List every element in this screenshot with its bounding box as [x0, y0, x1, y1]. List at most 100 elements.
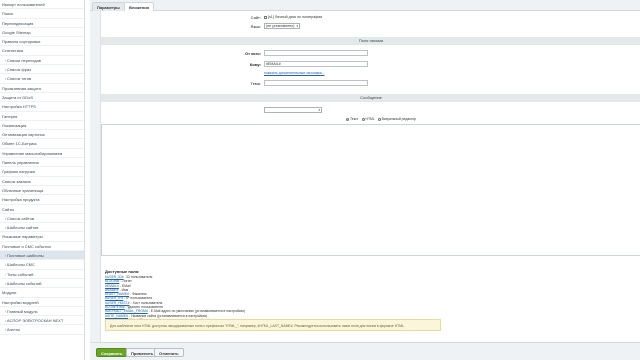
sidebar-item[interactable]: Оптимизация картинок	[0, 130, 84, 140]
sidebar-item[interactable]: Обмен 1С-Битрикс	[0, 139, 84, 149]
tab-parameters[interactable]: Параметры	[92, 2, 125, 11]
to-field[interactable]: #EMAIL#	[264, 61, 368, 67]
site-checkbox[interactable]	[264, 15, 267, 19]
tab-bar: Параметры Вложения	[90, 0, 640, 11]
sidebar-item[interactable]: ›Агенты	[0, 325, 84, 335]
theme-select[interactable]: ▾	[264, 107, 322, 113]
radio-text[interactable]: Текст	[346, 117, 359, 121]
radio-visual-label: Визуальный редактор	[381, 117, 417, 121]
sidebar-item-label: Списки переходов	[7, 57, 41, 63]
sidebar-item[interactable]: Сайты	[0, 205, 84, 214]
sidebar-item-label: Правила сортировки	[2, 39, 41, 45]
lang-select-value: (не установлено)	[266, 24, 295, 28]
sidebar-item-label: Настройки модулей	[2, 299, 39, 305]
section-message: Сообщение	[101, 94, 640, 102]
sidebar-item[interactable]: ›Списки переходов	[0, 56, 84, 66]
available-field-code[interactable]: #USER_IP#	[105, 296, 123, 300]
save-button[interactable]: Сохранить	[96, 348, 128, 357]
sidebar-item[interactable]: ›Шаблоны СМС	[0, 260, 84, 270]
sidebar-item-label: Обмен 1С-Битрикс	[2, 141, 37, 147]
radio-html[interactable]: HTML	[361, 117, 375, 121]
subject-field[interactable]	[264, 80, 368, 86]
sidebar-item[interactable]: Поиск	[0, 9, 84, 19]
sidebar-item[interactable]: Настройки модулей	[0, 298, 84, 307]
sidebar-item-label: Локализация	[2, 122, 27, 128]
available-fields-title: Доступные поля:	[105, 269, 140, 274]
sidebar-item-label: Google Sitemap	[2, 29, 31, 35]
chevron-down-icon: ▾	[296, 24, 298, 28]
site-label: Сайт:	[250, 15, 261, 20]
sidebar-item[interactable]: ›Почтовые шаблоны	[0, 251, 84, 261]
lang-select[interactable]: (не установлено) ▾	[264, 23, 300, 29]
sidebar-item[interactable]: ›Список фраз	[0, 65, 84, 75]
available-field-code[interactable]: #LOGIN#	[105, 279, 119, 283]
sidebar-item[interactable]: Настройка продукта	[0, 195, 84, 205]
sidebar-item[interactable]: Модули	[0, 288, 84, 298]
sidebar-item[interactable]: ›Шаблоны сайтов	[0, 223, 84, 233]
cancel-button[interactable]: Отменить	[154, 348, 184, 357]
extra-headers-link[interactable]: показать дополнительные заголовки...	[264, 71, 325, 75]
sidebar-item[interactable]: Галерея	[0, 112, 84, 121]
from-label: От кого:	[245, 51, 261, 56]
sidebar-item-label: Графики нагрузки	[2, 169, 35, 175]
sidebar-item-label: Почтовые шаблоны	[7, 253, 44, 259]
sidebar-item[interactable]: ›Список тегов	[0, 74, 84, 84]
sidebar-item-label: Шаблоны СМС	[7, 262, 35, 268]
tab-attachments[interactable]: Вложения	[124, 2, 154, 11]
available-field-code[interactable]: #EMAIL#	[105, 284, 119, 288]
sidebar-item[interactable]: Импорт пользователей	[0, 0, 84, 10]
site-checkbox-row[interactable]: [s1] Личный диск по полиграфии	[264, 15, 322, 19]
sidebar-item[interactable]: ›Шаблоны событий	[0, 279, 84, 289]
message-editor[interactable]	[101, 124, 640, 256]
sidebar-item[interactable]: Языковые параметры	[0, 232, 84, 242]
editor-mode-radios: Текст HTML Визуальный редактор	[346, 117, 416, 123]
sidebar-item[interactable]: Управление масштабированием	[0, 149, 84, 159]
sidebar-item[interactable]: Настройка HTTPS	[0, 102, 84, 112]
sidebar-item[interactable]: Проактивная защита	[0, 84, 84, 93]
sidebar-item-label: Почтовые и СМС события	[2, 243, 51, 249]
sidebar-item-label: Защита от DDoS	[2, 94, 34, 100]
sidebar-item-label: Список фраз	[7, 67, 31, 73]
chevron-down-icon: ▾	[318, 108, 320, 112]
main-content: Параметры Вложения Сайт: [s1] Личный дис…	[90, 0, 640, 360]
sidebar: Импорт пользователей Поиск Переиндексация G…	[0, 0, 85, 360]
sidebar-item[interactable]: Google Sitemap	[0, 28, 84, 38]
sidebar-item-label: Облачные хранилища	[2, 187, 44, 193]
available-fields-list: #USER_ID#- ID пользователя #LOGIN#- Логин…	[105, 275, 405, 322]
sidebar-item-label: Поиск	[2, 11, 14, 17]
sidebar-item[interactable]: Почтовые и СМС события	[0, 242, 84, 252]
radio-text-dot[interactable]	[346, 117, 349, 121]
sidebar-item[interactable]: Список заказов	[0, 177, 84, 186]
sidebar-item[interactable]: Панель управления	[0, 158, 84, 168]
sidebar-item[interactable]: Облачные хранилища	[0, 186, 84, 196]
sidebar-item[interactable]: Графики нагрузки	[0, 167, 84, 177]
sidebar-item[interactable]: Статистика	[0, 46, 84, 56]
sidebar-item[interactable]: ›Типы событий	[0, 270, 84, 279]
sidebar-item-label: Оптимизация картинок	[2, 132, 45, 138]
to-label: Кому:	[249, 62, 261, 67]
radio-visual-dot[interactable]	[377, 117, 381, 121]
sidebar-item[interactable]: ›Список сайтов	[0, 214, 84, 224]
sidebar-item-label: Шаблоны событий	[7, 280, 42, 286]
radio-html-dot[interactable]	[361, 117, 365, 121]
sidebar-item[interactable]: ›АСПОР ЭЛЕКТРОСКАН NEXT	[0, 316, 84, 326]
from-field[interactable]	[264, 50, 368, 56]
sidebar-item-label: Управление масштабированием	[2, 150, 63, 156]
site-value: [s1] Личный диск по полиграфии	[268, 15, 323, 19]
sidebar-item-label: Сайты	[2, 206, 15, 212]
form-panel: Сайт: [s1] Личный диск по полиграфии Язы…	[100, 11, 640, 342]
sidebar-item[interactable]: Локализация	[0, 121, 84, 131]
sidebar-item-label: Агенты	[7, 327, 21, 333]
sidebar-item-label: Настройка продукта	[2, 197, 40, 203]
html-fields-note: Для шаблонов типа HTML доступны закодиро…	[105, 319, 441, 331]
sidebar-item[interactable]: Переиндексация	[0, 19, 84, 28]
section-mail-fields: Поля письма	[101, 37, 640, 45]
sidebar-item[interactable]: ›Главный модуль	[0, 307, 84, 317]
sidebar-item-label: Импорт пользователей	[2, 2, 45, 7]
sidebar-item-label: Языковые параметры	[2, 234, 43, 240]
sidebar-item-label: Главный модуль	[7, 308, 38, 314]
footer-bar: Сохранить Применить Отменить	[90, 342, 640, 360]
sidebar-item[interactable]: Защита от DDoS	[0, 93, 84, 103]
sidebar-item[interactable]: Правила сортировки	[0, 37, 84, 47]
radio-visual[interactable]: Визуальный редактор	[377, 117, 417, 121]
